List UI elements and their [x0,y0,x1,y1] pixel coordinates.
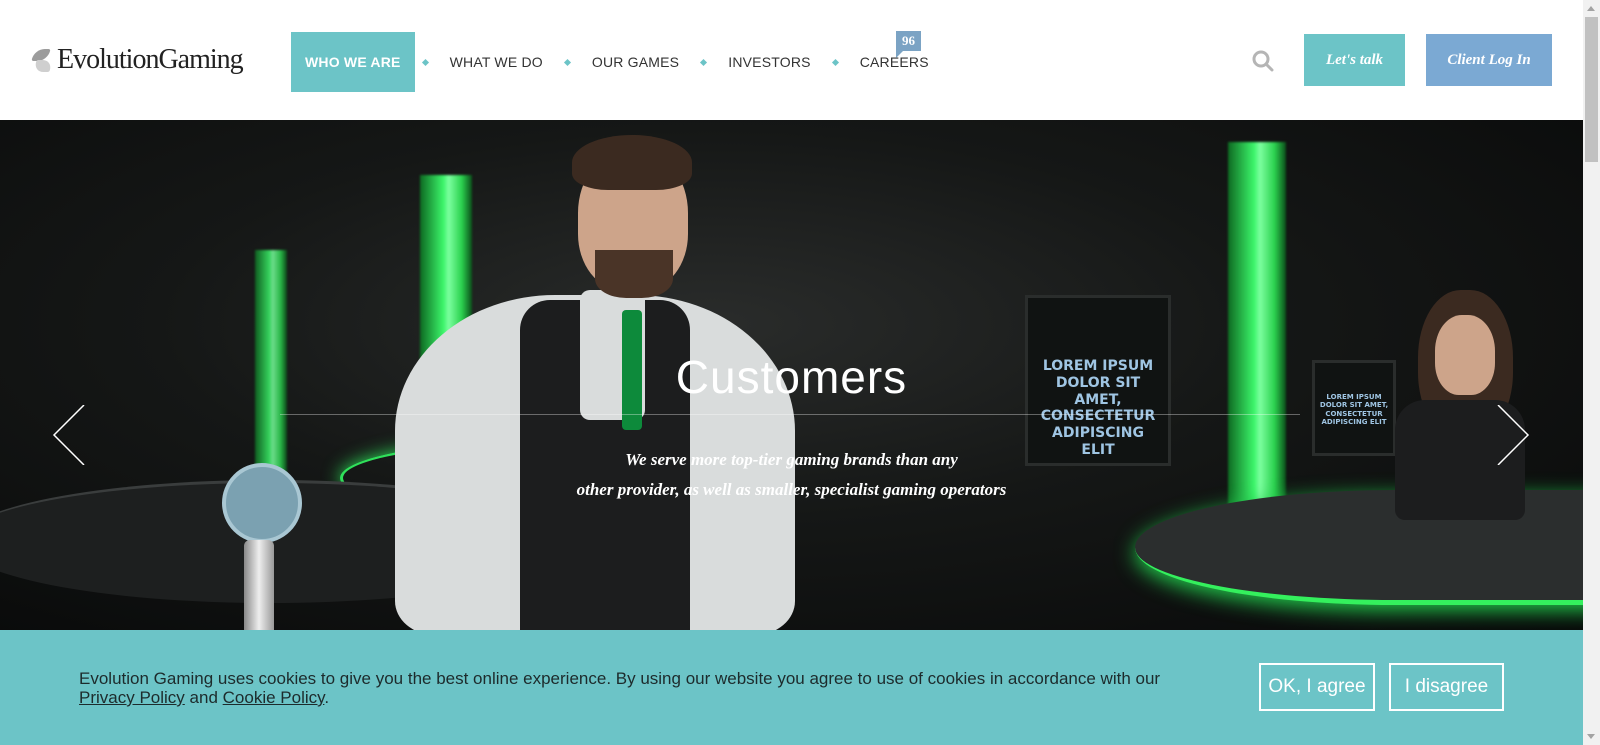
nav-separator-icon [563,58,571,66]
agree-button[interactable]: OK, I agree [1259,663,1375,711]
scroll-down-icon[interactable] [1587,734,1595,739]
scroll-up-icon[interactable] [1587,6,1595,11]
main-nav: WHO WE ARE WHAT WE DO OUR GAMES INVESTOR… [291,32,943,92]
careers-count-badge: 96 [896,31,921,51]
cookie-and-text: and [189,688,218,707]
page-scrollbar[interactable] [1583,0,1600,745]
cookie-message: Evolution Gaming uses cookies to give yo… [79,669,1209,707]
nav-our-games[interactable]: OUR GAMES [578,32,693,92]
cookie-policy-link[interactable]: Cookie Policy [223,688,325,707]
nav-investors[interactable]: INVESTORS [714,32,824,92]
badge-tail [896,50,904,58]
hero-slider: LOREM IPSUM DOLOR SIT AMET, CONSECTETUR … [0,120,1583,630]
client-login-button[interactable]: Client Log In [1426,34,1552,86]
nav-who-we-are[interactable]: WHO WE ARE [291,32,415,92]
hero-subtitle-line2: other provider, as well as smaller, spec… [576,480,1007,499]
logo-mark-icon [31,47,55,73]
scroll-thumb[interactable] [1585,17,1598,162]
cookie-period: . [324,688,330,707]
search-icon[interactable] [1252,50,1274,72]
cookie-text: Evolution Gaming uses cookies to give yo… [79,669,1161,688]
logo-text: EvolutionGaming [57,44,244,75]
nav-separator-icon [700,58,708,66]
chevron-right-icon[interactable] [1496,404,1556,466]
hero-title: Customers [675,351,908,403]
lets-talk-button[interactable]: Let's talk [1304,34,1405,86]
chevron-left-icon[interactable] [52,404,112,466]
hero-subtitle-line1: We serve more top-tier gaming brands tha… [625,450,958,469]
logo[interactable]: EvolutionGaming [31,44,244,76]
nav-what-we-do[interactable]: WHAT WE DO [436,32,557,92]
disagree-button[interactable]: I disagree [1389,663,1504,711]
nav-careers[interactable]: CAREERS [846,32,943,92]
nav-separator-icon [421,58,429,66]
cookie-banner: Evolution Gaming uses cookies to give yo… [0,630,1583,745]
site-header: EvolutionGaming WHO WE ARE WHAT WE DO OU… [0,0,1583,120]
nav-separator-icon [831,58,839,66]
roulette-stem [244,540,274,630]
privacy-policy-link[interactable]: Privacy Policy [79,688,185,707]
hero-divider [280,414,1300,415]
hero-subtitle: We serve more top-tier gaming brands tha… [0,445,1583,505]
